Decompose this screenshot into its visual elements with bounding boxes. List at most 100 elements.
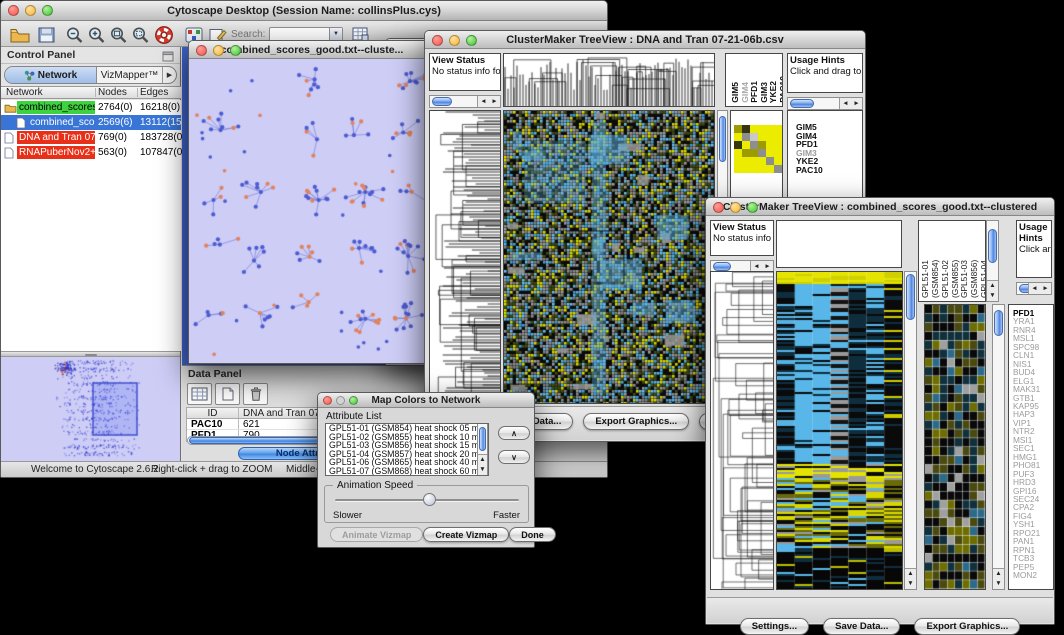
main-titlebar[interactable]: Cytoscape Desktop (Session Name: collins… — [1, 1, 607, 21]
labels-scrollbar[interactable]: ▲▼ — [986, 220, 999, 302]
treeview-button-export-graphics-[interactable]: Export Graphics... — [583, 413, 689, 430]
treeview1-titlebar[interactable]: ClusterMaker TreeView : DNA and Tran 07-… — [425, 31, 865, 49]
array-label[interactable]: PAC10 — [779, 76, 784, 103]
zoom-out-icon[interactable] — [63, 25, 85, 44]
scrollbar-thumb[interactable] — [479, 427, 486, 451]
scrollbar-thumb[interactable] — [790, 99, 814, 108]
network-list-row[interactable]: DNA and Tran 07769(0)183728(0) — [1, 130, 181, 145]
scroll-left-icon[interactable]: ◄ — [1029, 283, 1040, 294]
minimize-icon[interactable] — [730, 202, 741, 213]
network-overview[interactable] — [1, 357, 180, 461]
minimize-icon[interactable] — [336, 396, 345, 405]
treeview2-titlebar[interactable]: ClusterMaker TreeView : combined_scores_… — [706, 198, 1054, 216]
move-down-button[interactable]: ∨ — [498, 450, 530, 464]
heatmap-vertical-scrollbar[interactable]: ▲▼ — [904, 271, 917, 590]
global-heatmap[interactable] — [503, 110, 715, 404]
array-labels-panel[interactable]: GIM5GIM4PFD1GIM3YKE2PAC10 — [725, 53, 783, 107]
scrollbar-thumb[interactable] — [994, 310, 1003, 336]
dialog-button-done[interactable]: Done — [509, 527, 556, 542]
dialog-titlebar[interactable]: Map Colors to Network — [318, 393, 534, 408]
scrollbar-thumb[interactable] — [719, 116, 726, 162]
zoom-window-icon[interactable] — [230, 45, 241, 56]
scroll-down-icon[interactable]: ▼ — [478, 465, 487, 475]
zoom-window-icon[interactable] — [349, 396, 358, 405]
array-dendrogram[interactable] — [503, 53, 715, 107]
close-icon[interactable] — [196, 45, 207, 56]
attribute-list-item[interactable]: GPL51-07 (GSM868) heat shock 60 min — [326, 467, 477, 476]
network-list-row[interactable]: RNAPuberNov2+563(0)107847(0) — [1, 145, 181, 160]
zoom-selected-icon[interactable] — [129, 25, 151, 44]
array-label[interactable]: GPL51-03 (GSM856) — [960, 221, 980, 298]
network-list-row[interactable]: combined_scores_2764(0)16218(0) — [1, 100, 181, 115]
usage-hints-scrollbar[interactable]: ◄► — [1016, 282, 1052, 295]
array-label[interactable]: GPL51-01 (GSM854) — [921, 221, 941, 298]
scroll-left-icon[interactable]: ◄ — [840, 98, 851, 109]
save-session-icon[interactable] — [35, 25, 57, 44]
scroll-down-icon[interactable]: ▼ — [987, 291, 998, 301]
zoom-in-icon[interactable] — [85, 25, 107, 44]
tab-vizmapper[interactable]: VizMapper™ — [97, 67, 163, 83]
zoom-window-icon[interactable] — [42, 5, 53, 16]
slider-thumb[interactable] — [423, 493, 436, 506]
scroll-up-icon[interactable]: ▲ — [993, 569, 1004, 579]
dialog-button-create-vizmap[interactable]: Create Vizmap — [423, 527, 509, 542]
scroll-up-icon[interactable]: ▲ — [987, 281, 998, 291]
new-attribute-icon[interactable] — [215, 383, 240, 405]
close-icon[interactable] — [8, 5, 19, 16]
minimize-icon[interactable] — [449, 35, 460, 46]
delete-attribute-icon[interactable] — [243, 383, 268, 405]
usage-hints-scrollbar[interactable]: ◄► — [787, 97, 863, 110]
gene-dendrogram[interactable] — [429, 110, 501, 404]
array-dendrogram[interactable] — [776, 220, 902, 268]
move-up-button[interactable]: ∧ — [498, 426, 530, 440]
zoom-fit-icon[interactable] — [107, 25, 129, 44]
scrollbar-thumb[interactable] — [713, 262, 731, 271]
open-session-icon[interactable] — [9, 25, 31, 44]
attribute-list-scrollbar[interactable]: ▲▼ — [477, 423, 488, 476]
scroll-right-icon[interactable]: ► — [489, 96, 500, 107]
treeview-button-save-data-[interactable]: Save Data... — [823, 618, 900, 635]
close-icon[interactable] — [432, 35, 443, 46]
scroll-down-icon[interactable]: ▼ — [905, 579, 916, 589]
scroll-left-icon[interactable]: ◄ — [478, 96, 489, 107]
treeview-button-export-graphics-[interactable]: Export Graphics... — [914, 618, 1020, 635]
minimize-icon[interactable] — [213, 45, 224, 56]
gene-label[interactable]: PAC10 — [796, 166, 862, 175]
float-panel-icon[interactable] — [162, 49, 174, 67]
treeview1-title: ClusterMaker TreeView : DNA and Tran 07-… — [425, 34, 865, 46]
correlation-matrix[interactable] — [734, 125, 782, 173]
network-list-row[interactable]: combined_sco2569(6)13112(15) — [1, 115, 181, 130]
zoom-window-icon[interactable] — [747, 202, 758, 213]
tab-network[interactable]: Network — [5, 67, 97, 83]
gene-dendrogram[interactable] — [710, 271, 774, 590]
select-attributes-icon[interactable] — [187, 383, 212, 405]
scroll-right-icon[interactable]: ► — [1040, 283, 1051, 294]
minimize-icon[interactable] — [25, 5, 36, 16]
scroll-down-icon[interactable]: ▼ — [993, 579, 1004, 589]
close-icon[interactable] — [323, 396, 332, 405]
gene-label[interactable]: MON2 — [1013, 571, 1053, 579]
scroll-up-icon[interactable]: ▲ — [478, 455, 487, 465]
scrollbar-thumb[interactable] — [432, 97, 452, 106]
help-lifesaver-icon[interactable] — [153, 25, 175, 44]
network-window-titlebar[interactable]: combined_scores_good.txt--cluste... — [189, 41, 435, 59]
scroll-right-icon[interactable]: ► — [851, 98, 862, 109]
zoom-window-icon[interactable] — [466, 35, 477, 46]
tab-overflow-icon[interactable]: ▶ — [163, 67, 176, 83]
close-icon[interactable] — [713, 202, 724, 213]
view-status-scrollbar[interactable]: ◄► — [429, 95, 501, 108]
detail-scrollbar[interactable]: ▲▼ — [992, 304, 1005, 590]
global-heatmap[interactable] — [776, 271, 903, 590]
network-canvas[interactable] — [189, 59, 435, 363]
network-nodes-count: 563(0) — [98, 146, 127, 159]
data-panel-title: Data Panel — [188, 368, 242, 380]
array-label[interactable]: GPL51-02 (GSM855) — [941, 221, 961, 298]
scroll-up-icon[interactable]: ▲ — [905, 569, 916, 579]
scrollbar-thumb[interactable] — [906, 274, 915, 320]
treeview-button-settings-[interactable]: Settings... — [740, 618, 809, 635]
speed-slider[interactable] — [335, 499, 519, 502]
search-input[interactable] — [271, 29, 329, 40]
scrollbar-thumb[interactable] — [988, 229, 997, 263]
array-labels-panel[interactable]: GPL51-01 (GSM854)GPL51-02 (GSM855)GPL51-… — [918, 220, 986, 302]
detail-heatmap[interactable] — [924, 304, 986, 590]
